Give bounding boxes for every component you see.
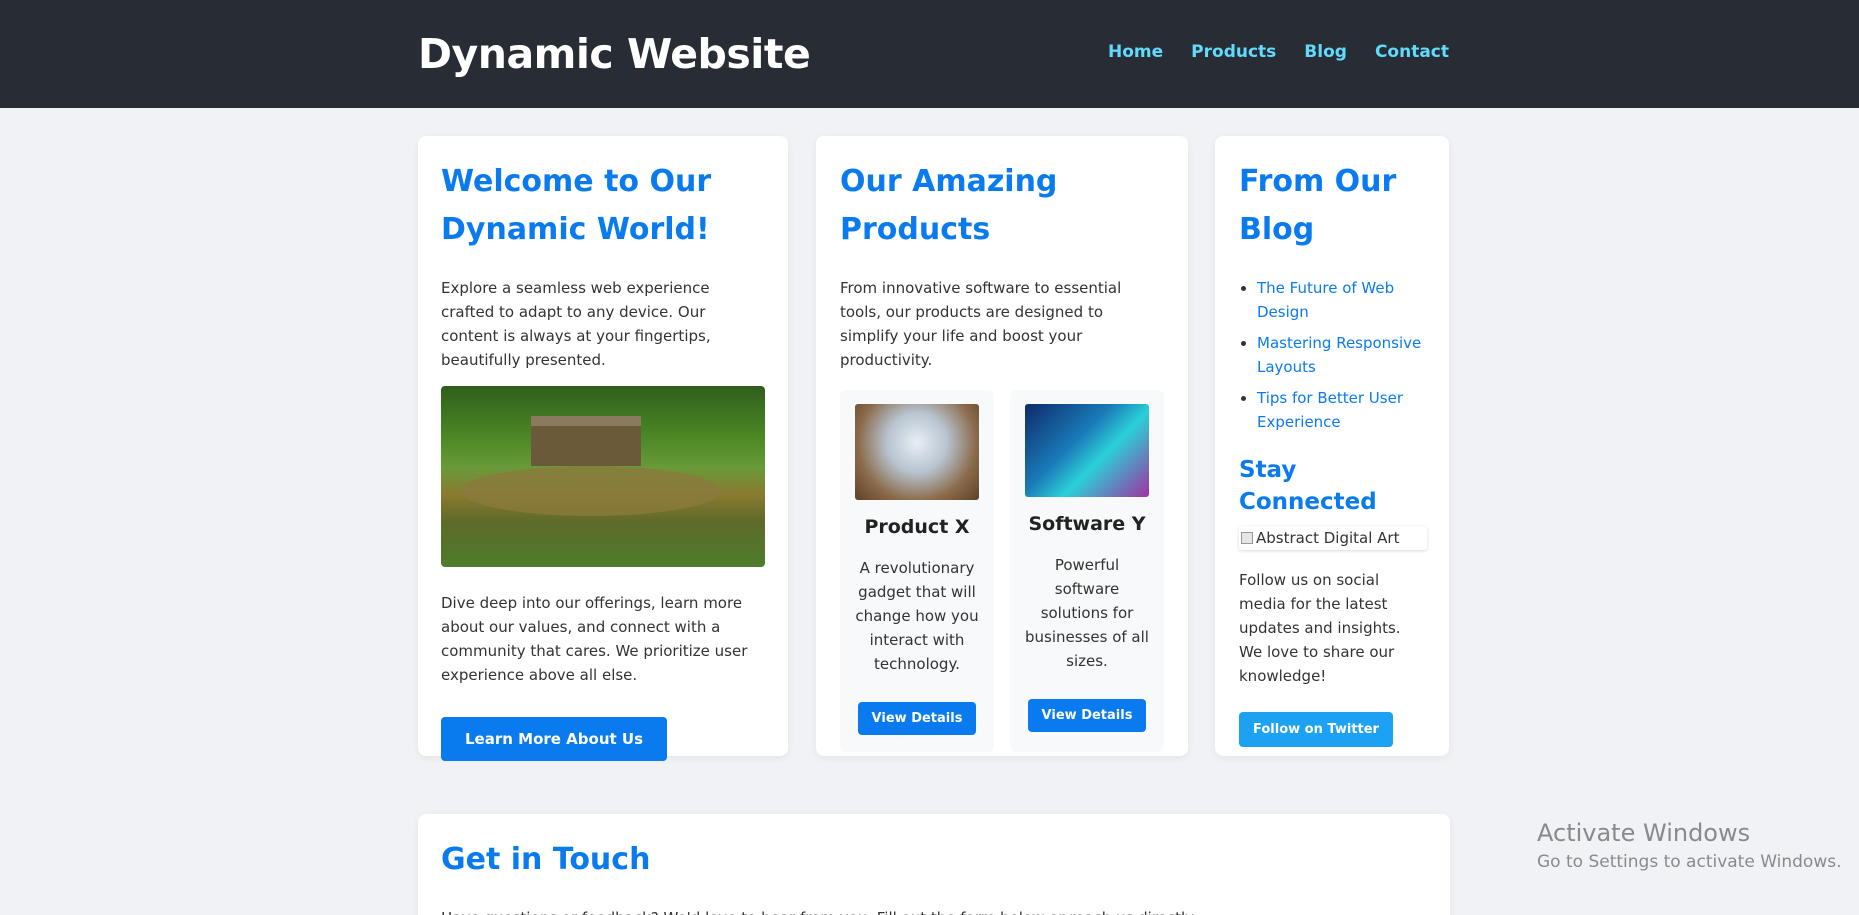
nav-home[interactable]: Home: [1108, 40, 1163, 64]
blog-card: From Our Blog The Future of Web Design M…: [1215, 136, 1449, 756]
site-title: Dynamic Website: [418, 30, 811, 78]
nav-products[interactable]: Products: [1191, 40, 1276, 64]
products-lead: From innovative software to essential to…: [840, 279, 1122, 369]
learn-more-button[interactable]: Learn More About Us: [441, 717, 668, 761]
software-y-image: [1025, 404, 1149, 497]
mill-shape: [531, 416, 641, 466]
main-nav: Home Products Blog Contact: [1108, 40, 1449, 64]
product-name: Product X: [864, 516, 970, 538]
welcome-more-text: Dive deep into our offerings, learn more…: [441, 594, 748, 684]
product-x-image: [855, 404, 979, 500]
pond-shape: [461, 466, 721, 516]
welcome-intro: Explore a seamless web experience crafte…: [441, 279, 711, 369]
welcome-card: Welcome to Our Dynamic World! Explore a …: [418, 136, 788, 761]
list-item: Mastering Responsive Layouts: [1257, 331, 1425, 379]
blog-heading: From Our Blog: [1239, 164, 1397, 247]
product-name: Software Y: [1028, 513, 1146, 535]
products-heading: Our Amazing Products: [840, 164, 1058, 247]
watermark-subtitle: Go to Settings to activate Windows.: [1537, 852, 1842, 872]
product-desc: A revolutionary gadget that will change …: [855, 559, 979, 673]
watermill-image: [441, 386, 765, 567]
image-alt-text: Abstract Digital Art: [1256, 529, 1400, 547]
site-header: Dynamic Website Home Products Blog Conta…: [0, 0, 1859, 108]
contact-text: Have questions or feedback? We'd love to…: [441, 906, 1427, 915]
nav-contact[interactable]: Contact: [1375, 40, 1449, 64]
view-details-button-x[interactable]: View Details: [857, 702, 977, 735]
broken-image-icon: [1241, 532, 1253, 544]
follow-text: Follow us on social media for the latest…: [1239, 571, 1401, 685]
view-details-button-y[interactable]: View Details: [1027, 699, 1147, 732]
list-item: Tips for Better User Experience: [1257, 386, 1425, 434]
product-desc: Powerful software solutions for business…: [1025, 556, 1149, 670]
product-list: Product X A revolutionary gadget that wi…: [840, 390, 1164, 752]
blog-post-link[interactable]: Tips for Better User Experience: [1257, 389, 1403, 431]
blog-post-link[interactable]: Mastering Responsive Layouts: [1257, 334, 1421, 376]
product-card-y: Software Y Powerful software solutions f…: [1010, 390, 1164, 752]
stay-connected-heading: Stay Connected: [1239, 457, 1377, 515]
product-card-x: Product X A revolutionary gadget that wi…: [840, 390, 994, 752]
welcome-heading: Welcome to Our Dynamic World!: [441, 164, 712, 247]
follow-twitter-button[interactable]: Follow on Twitter: [1239, 712, 1393, 747]
contact-card: Get in Touch Have questions or feedback?…: [418, 814, 1450, 915]
blog-post-link[interactable]: The Future of Web Design: [1257, 279, 1394, 321]
watermark-title: Activate Windows: [1537, 819, 1751, 847]
products-card: Our Amazing Products From innovative sof…: [816, 136, 1188, 756]
list-item: The Future of Web Design: [1257, 276, 1425, 324]
abstract-art-image: Abstract Digital Art: [1239, 526, 1427, 550]
blog-post-list: The Future of Web Design Mastering Respo…: [1239, 276, 1425, 434]
activate-windows-watermark: Activate Windows Go to Settings to activ…: [1537, 817, 1842, 875]
contact-heading: Get in Touch: [441, 842, 651, 877]
nav-blog[interactable]: Blog: [1304, 40, 1347, 64]
